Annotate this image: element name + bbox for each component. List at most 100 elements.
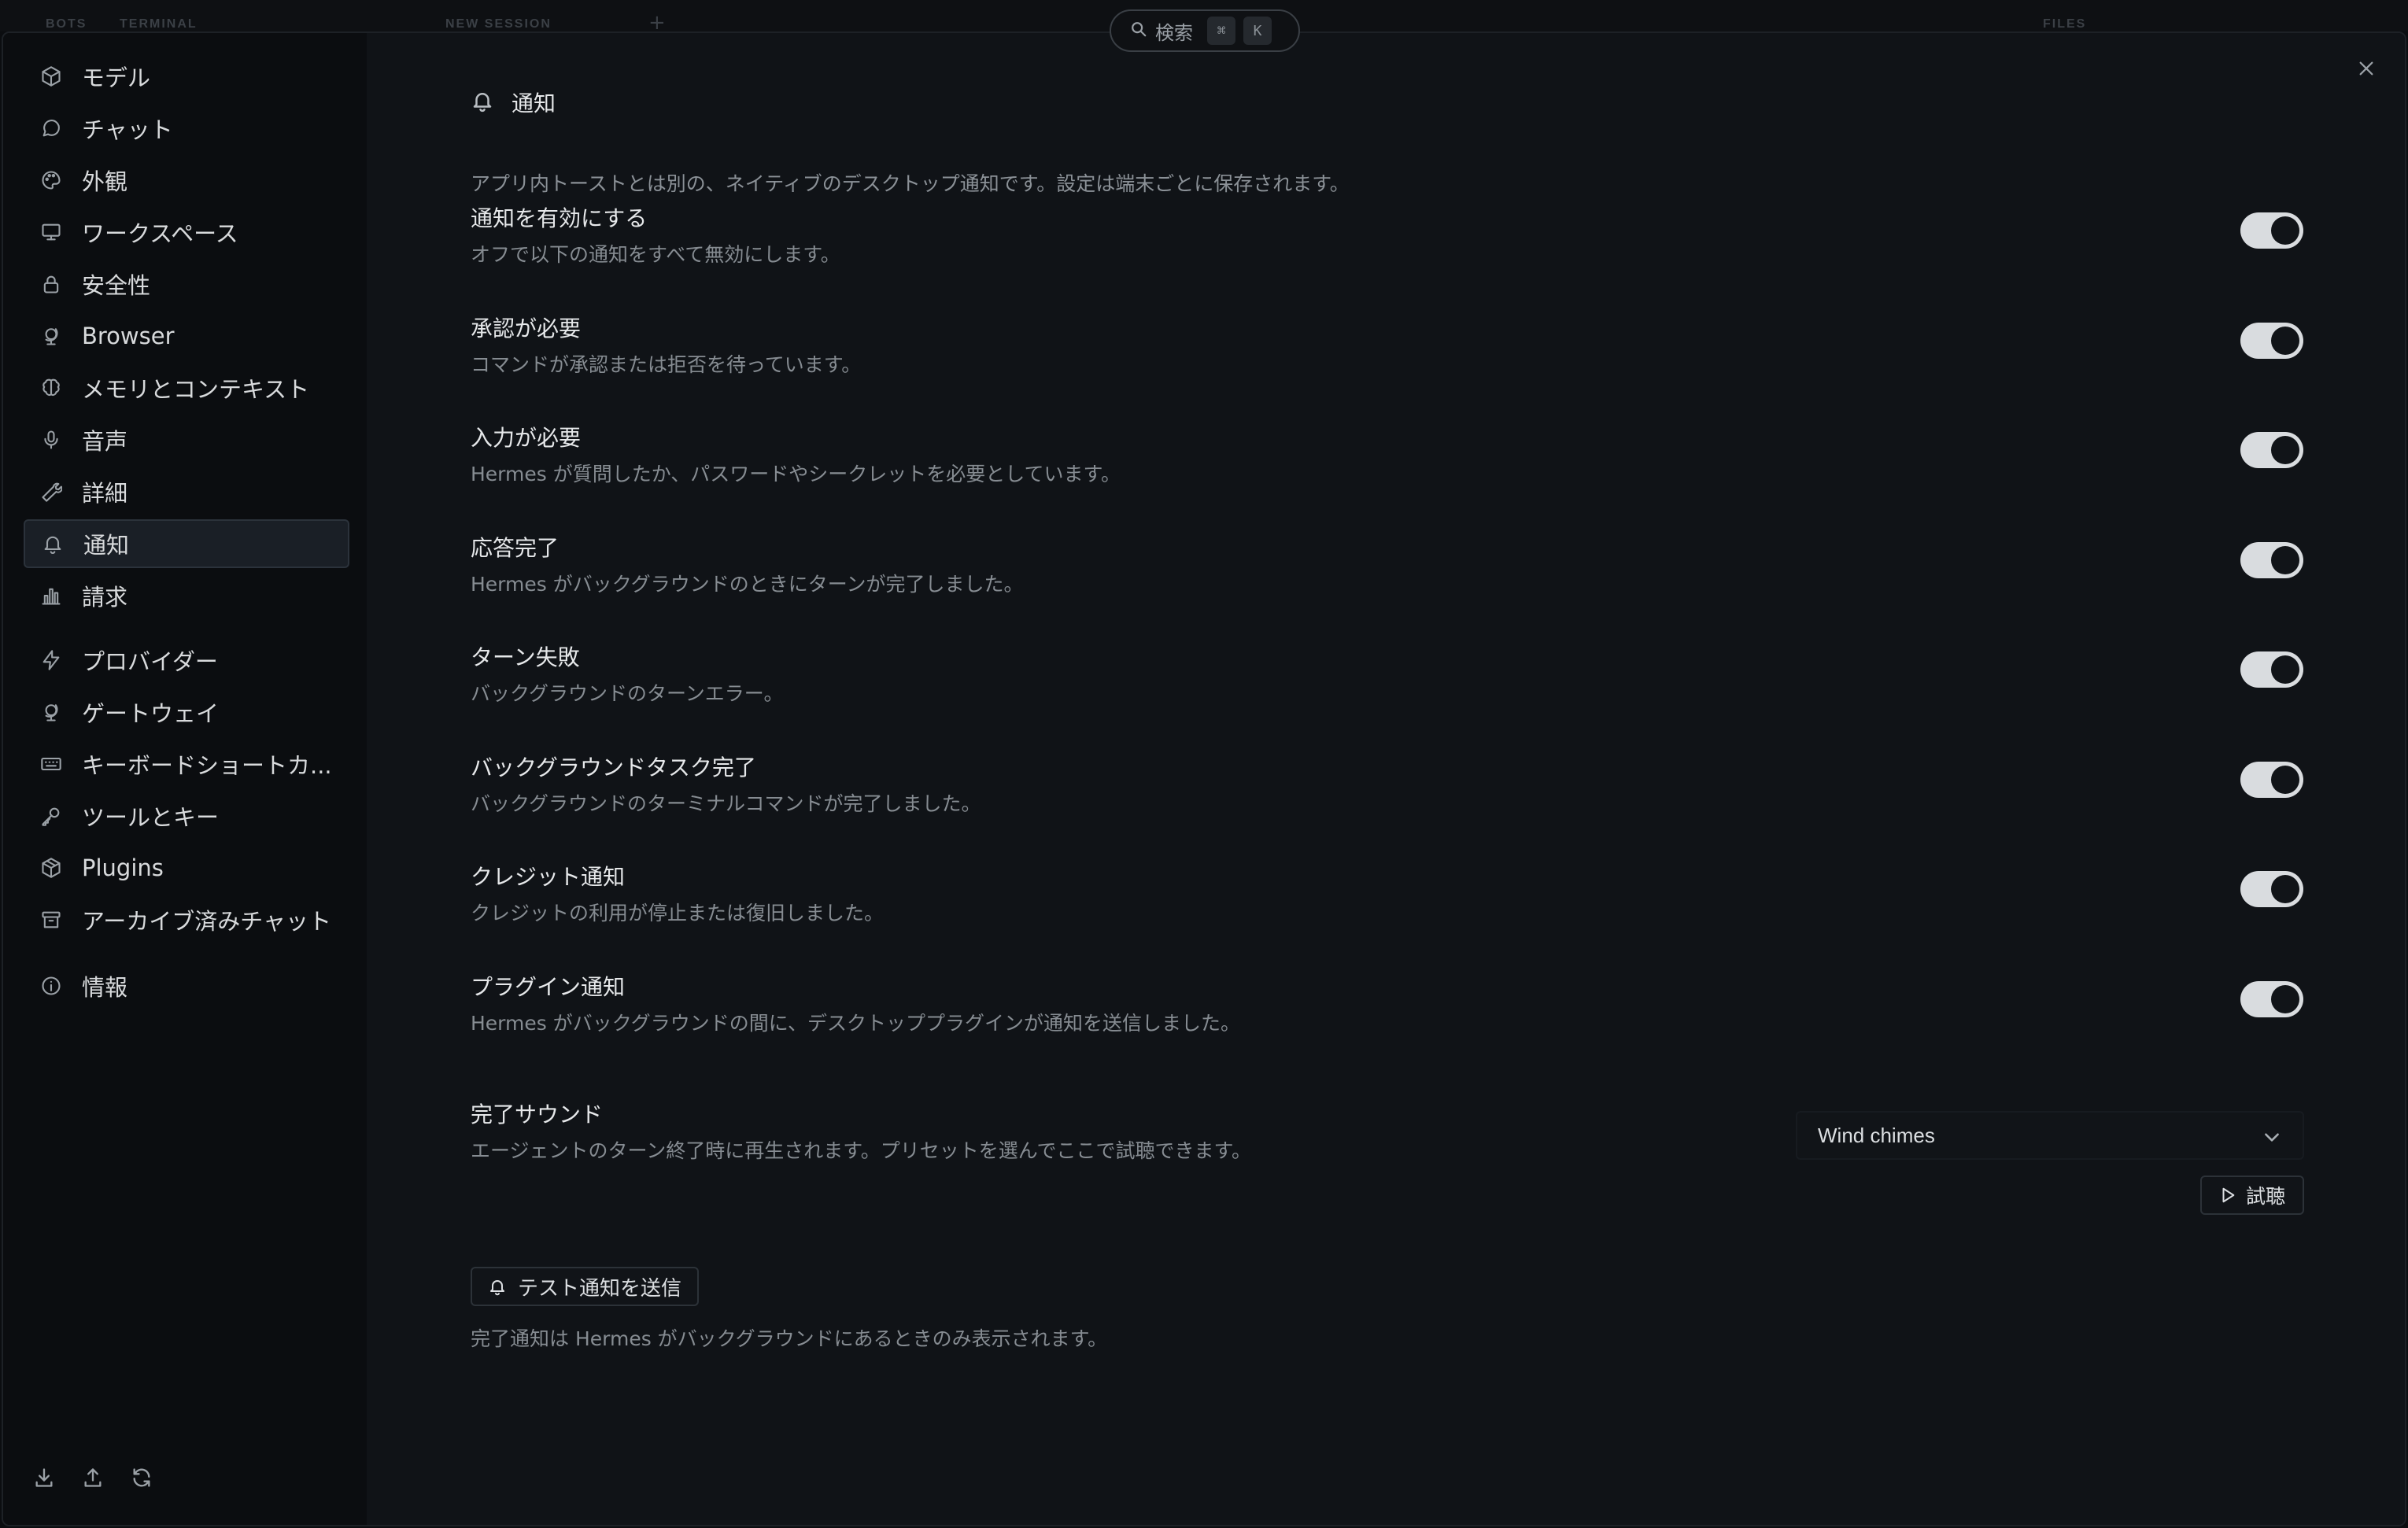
setting-row-approval-required: 承認が必要 コマンドが承認または拒否を待っています。 [471,312,2304,398]
setting-description: バックグラウンドのターンエラー。 [471,682,784,705]
info-icon [39,974,63,998]
sidebar-item-models[interactable]: モデル [24,52,349,101]
toggle-knob [2271,875,2299,903]
sidebar-item-voice[interactable]: 音声 [24,415,349,464]
setting-row-credit-notification: クレジット通知 クレジットの利用が停止または復旧しました。 [471,860,2304,947]
setting-description: オフで以下の通知をすべて無効にします。 [471,243,840,266]
search-icon [1130,20,1147,41]
toggle-switch[interactable] [2240,651,2303,688]
sidebar-item-label: チャット [82,116,173,143]
bell-icon [471,89,494,116]
play-icon [2222,1187,2235,1203]
sidebar-item-chat[interactable]: チャット [24,104,349,153]
sidebar-item-label: 安全性 [82,272,151,299]
setting-row-response-complete: 応答完了 Hermes がバックグラウンドのときにターンが完了しました。 [471,531,2304,618]
chat-bubble-icon [39,116,63,140]
toggle-switch[interactable] [2240,981,2303,1017]
toggle-switch[interactable] [2240,871,2303,907]
sidebar-item-keyboard-shortcuts[interactable]: キーボードショートカ... [24,740,349,788]
upload-icon[interactable] [82,1467,104,1492]
sidebar-item-plugins[interactable]: Plugins [24,843,349,892]
lightning-icon [39,648,63,672]
palette-icon [39,168,63,192]
bell-icon [490,1280,504,1296]
sidebar-item-about[interactable]: 情報 [24,961,349,1010]
setting-row-input-required: 入力が必要 Hermes が質問したか、パスワードやシークレットを必要としていま… [471,421,2304,507]
sidebar-item-label: プロバイダー [82,648,218,675]
search-button[interactable]: 検索 ⌘ K [1110,9,1300,52]
section-description: アプリ内トーストとは別の、ネイティブのデスクトップ通知です。設定は端末ごとに保存… [471,172,1350,195]
sidebar-item-appearance[interactable]: 外観 [24,156,349,205]
sound-select[interactable]: Wind chimes [1796,1111,2304,1160]
background-tab: TERMINAL [120,17,198,31]
close-icon [2359,61,2373,76]
brain-icon [39,376,63,400]
lock-icon [39,272,63,296]
toggle-switch[interactable] [2240,762,2303,798]
sidebar-item-label: Plugins [82,854,164,881]
download-icon[interactable] [33,1467,55,1492]
setting-title: プラグイン通知 [471,974,626,1000]
microphone-icon [39,428,63,452]
globe-stand-icon [39,324,63,348]
close-button[interactable] [2354,57,2378,80]
sidebar-item-label: メモリとコンテキスト [82,376,310,403]
background-tab: NEW SESSION [445,17,552,31]
sidebar-item-label: ツールとキー [82,804,220,831]
sidebar-item-label: ゲートウェイ [82,700,220,727]
sidebar-item-notifications[interactable]: 通知 [24,519,349,568]
toggle-switch[interactable] [2240,212,2303,249]
toggle-switch[interactable] [2240,542,2303,578]
cube-icon [39,65,63,88]
sidebar-item-gateway[interactable]: ゲートウェイ [24,688,349,736]
sidebar-item-label: アーカイブ済みチャット [82,908,331,935]
send-test-notification-button[interactable]: テスト通知を送信 [471,1267,699,1306]
setting-title: ターン失敗 [471,644,580,670]
toggle-switch[interactable] [2240,432,2303,468]
wrench-icon [39,480,63,504]
sidebar-item-label: Browser [82,323,175,349]
package-icon [39,856,63,880]
setting-description: Hermes が質問したか、パスワードやシークレットを必要としています。 [471,463,1121,485]
setting-description: コマンドが承認または拒否を待っています。 [471,353,862,376]
setting-row-turn-failed: ターン失敗 バックグラウンドのターンエラー。 [471,640,2304,727]
setting-description: クレジットの利用が停止または復旧しました。 [471,902,885,925]
section-header: 通知 [471,87,556,118]
sidebar-item-label: ワークスペース [82,220,238,247]
sidebar-item-billing[interactable]: 請求 [24,571,349,620]
toggle-knob [2271,436,2299,464]
setting-description: バックグラウンドのターミナルコマンドが完了しました。 [471,792,981,815]
sidebar-item-providers[interactable]: プロバイダー [24,636,349,685]
background-tab: BOTS [46,17,87,31]
setting-title: 完了サウンド [471,1102,604,1128]
sidebar-item-archived-chats[interactable]: アーカイブ済みチャット [24,895,349,944]
sidebar-item-label: 通知 [83,532,130,559]
sidebar-item-memory[interactable]: メモリとコンテキスト [24,364,349,412]
shortcut-modifier-key: ⌘ [1207,17,1235,45]
globe-stand-icon [39,700,63,724]
sidebar-item-tools-and-keys[interactable]: ツールとキー [24,792,349,840]
keyboard-icon [39,752,63,776]
preview-sound-label: 試聴 [2245,1185,2285,1208]
preview-sound-button[interactable]: 試聴 [2200,1176,2304,1215]
sidebar-item-label: 情報 [82,974,128,1001]
sidebar-item-advanced[interactable]: 詳細 [24,467,349,516]
setting-description: Hermes がバックグラウンドのときにターンが完了しました。 [471,573,1024,596]
toggle-switch[interactable] [2240,323,2303,359]
sidebar-item-browser[interactable]: Browser [24,312,349,360]
sidebar-item-label: キーボードショートカ... [82,752,332,779]
refresh-icon[interactable] [131,1467,153,1492]
toggle-knob [2271,766,2299,794]
toggle-knob [2271,546,2299,574]
monitor-icon [39,220,63,244]
archive-icon [39,908,63,932]
sidebar-item-safety[interactable]: 安全性 [24,260,349,308]
sidebar-item-workspace[interactable]: ワークスペース [24,208,349,257]
send-test-notification-label: テスト通知を送信 [518,1276,682,1301]
settings-sidebar: モデル チャット 外観 ワークスペース 安全性 Browser メモリとコンテキ… [3,33,367,1525]
search-label: 検索 [1155,21,1193,44]
settings-nav: モデル チャット 外観 ワークスペース 安全性 Browser メモリとコンテキ… [24,52,349,1013]
setting-row-plugin-notification: プラグイン通知 Hermes がバックグラウンドの間に、デスクトッププラグインが… [471,970,2304,1057]
toggle-knob [2271,985,2299,1013]
sidebar-item-label: 音声 [82,428,128,455]
